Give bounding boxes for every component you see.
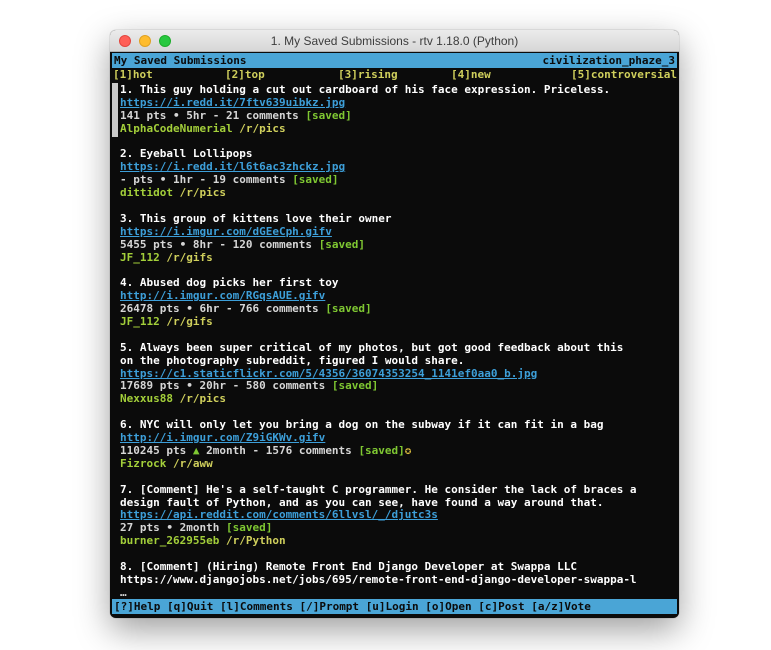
submission-byline: AlphaCodeNumerial /r/pics <box>120 123 677 136</box>
submission-subreddit: /r/pics <box>180 392 226 405</box>
submission-title-line[interactable]: 8. [Comment] (Hiring) Remote Front End D… <box>120 561 677 574</box>
submission-author: Fizrock <box>120 457 166 470</box>
submission-subreddit: /r/pics <box>239 122 285 135</box>
footer-command[interactable]: [l]Comments <box>220 600 293 613</box>
footer-command[interactable]: [q]Quit <box>167 600 213 613</box>
footer-command[interactable]: [a/z]Vote <box>531 600 591 613</box>
submission-title-line[interactable]: 7. [Comment] He's a self-taught C progra… <box>120 484 677 497</box>
submission-list: 1. This guy holding a cut out cardboard … <box>112 82 677 599</box>
submission-byline: burner_262955eb /r/Python <box>120 535 677 548</box>
submission-author: JF_112 <box>120 315 160 328</box>
logged-in-username: civilization_phaze_3 <box>543 53 675 68</box>
saved-badge: [saved] <box>226 521 272 534</box>
footer-command[interactable]: [u]Login <box>366 600 419 613</box>
sort-tab-1[interactable]: [1]hot <box>113 68 153 82</box>
submission-subreddit: /r/aww <box>173 457 213 470</box>
selection-cursor <box>112 83 118 137</box>
submission-byline: JF_112 /r/gifs <box>120 316 677 329</box>
submission-item[interactable]: 2. Eyeball Lollipopshttps://i.redd.it/l6… <box>120 148 677 200</box>
sort-tab-2[interactable]: [2]top <box>225 68 265 82</box>
submission-item[interactable]: 8. [Comment] (Hiring) Remote Front End D… <box>120 561 677 599</box>
submission-byline: Nexxus88 /r/pics <box>120 393 677 406</box>
stats-text: 17689 pts • 20hr - 580 comments <box>120 379 332 392</box>
submission-subreddit: /r/pics <box>180 186 226 199</box>
sort-tab-3[interactable]: [3]rising <box>338 68 398 82</box>
stats-text: 5455 pts • 8hr - 120 comments <box>120 238 319 251</box>
submission-title-line[interactable]: https://www.djangojobs.net/jobs/695/remo… <box>120 574 677 587</box>
saved-badge: [saved] <box>325 302 371 315</box>
terminal-screen: My Saved Submissions civilization_phaze_… <box>110 52 679 617</box>
saved-badge: [saved] <box>292 173 338 186</box>
submission-author: AlphaCodeNumerial <box>120 122 233 135</box>
sort-order-bar: [1]hot [2]top [3]rising [4]new [5]controvers… <box>112 68 677 82</box>
window-title: 1. My Saved Submissions - rtv 1.18.0 (Py… <box>110 34 679 48</box>
truncation-ellipsis: … <box>120 587 677 599</box>
saved-badge: [saved] <box>305 109 351 122</box>
saved-badge: [saved] <box>319 238 365 251</box>
footer-command[interactable]: [?]Help <box>114 600 160 613</box>
saved-badge: [saved] <box>358 444 404 457</box>
footer-command-bar: [?]Help [q]Quit [l]Comments [/]Prompt [u… <box>112 599 677 614</box>
gilded-icon: ✪ <box>405 444 412 457</box>
stats-text: 26478 pts • 6hr - 766 comments <box>120 302 325 315</box>
footer-command[interactable]: [o]Open <box>425 600 471 613</box>
submission-item[interactable]: 3. This group of kittens love their owne… <box>120 213 677 265</box>
sort-tab-5[interactable]: [5]controversial <box>571 68 677 82</box>
stats-text: 2month - 1576 comments <box>199 444 358 457</box>
submission-item[interactable]: 1. This guy holding a cut out cardboard … <box>120 84 677 136</box>
stats-text: - pts • 1hr - 19 comments <box>120 173 292 186</box>
submission-item[interactable]: 7. [Comment] He's a self-taught C progra… <box>120 484 677 548</box>
page-title: My Saved Submissions <box>114 53 246 68</box>
stats-text: 27 pts • 2month <box>120 521 226 534</box>
submission-author: burner_262955eb <box>120 534 219 547</box>
terminal-window: 1. My Saved Submissions - rtv 1.18.0 (Py… <box>110 30 679 618</box>
submission-subreddit: /r/Python <box>226 534 286 547</box>
footer-command[interactable]: [/]Prompt <box>299 600 359 613</box>
sort-tab-4[interactable]: [4]new <box>451 68 491 82</box>
header-bar: My Saved Submissions civilization_phaze_… <box>112 53 677 68</box>
submission-author: dittidot <box>120 186 173 199</box>
saved-badge: [saved] <box>332 379 378 392</box>
submission-subreddit: /r/gifs <box>166 251 212 264</box>
footer-command[interactable]: [c]Post <box>478 600 524 613</box>
submission-subreddit: /r/gifs <box>166 315 212 328</box>
submission-title-line[interactable]: 1. This guy holding a cut out cardboard … <box>120 84 677 97</box>
submission-item[interactable]: 6. NYC will only let you bring a dog on … <box>120 419 677 471</box>
submission-author: Nexxus88 <box>120 392 173 405</box>
stats-text: 141 pts • 5hr - 21 comments <box>120 109 305 122</box>
submission-title-line[interactable]: on the photography subreddit, figured I … <box>120 355 677 368</box>
submission-byline: Fizrock /r/aww <box>120 458 677 471</box>
submission-byline: dittidot /r/pics <box>120 187 677 200</box>
window-titlebar: 1. My Saved Submissions - rtv 1.18.0 (Py… <box>110 30 679 52</box>
submission-title-line[interactable]: 5. Always been super critical of my phot… <box>120 342 677 355</box>
submission-byline: JF_112 /r/gifs <box>120 252 677 265</box>
submission-item[interactable]: 5. Always been super critical of my phot… <box>120 342 677 406</box>
stats-text: 110245 pts <box>120 444 193 457</box>
submission-author: JF_112 <box>120 251 160 264</box>
submission-title-line[interactable]: 3. This group of kittens love their owne… <box>120 213 677 226</box>
submission-item[interactable]: 4. Abused dog picks her first toyhttp://… <box>120 277 677 329</box>
